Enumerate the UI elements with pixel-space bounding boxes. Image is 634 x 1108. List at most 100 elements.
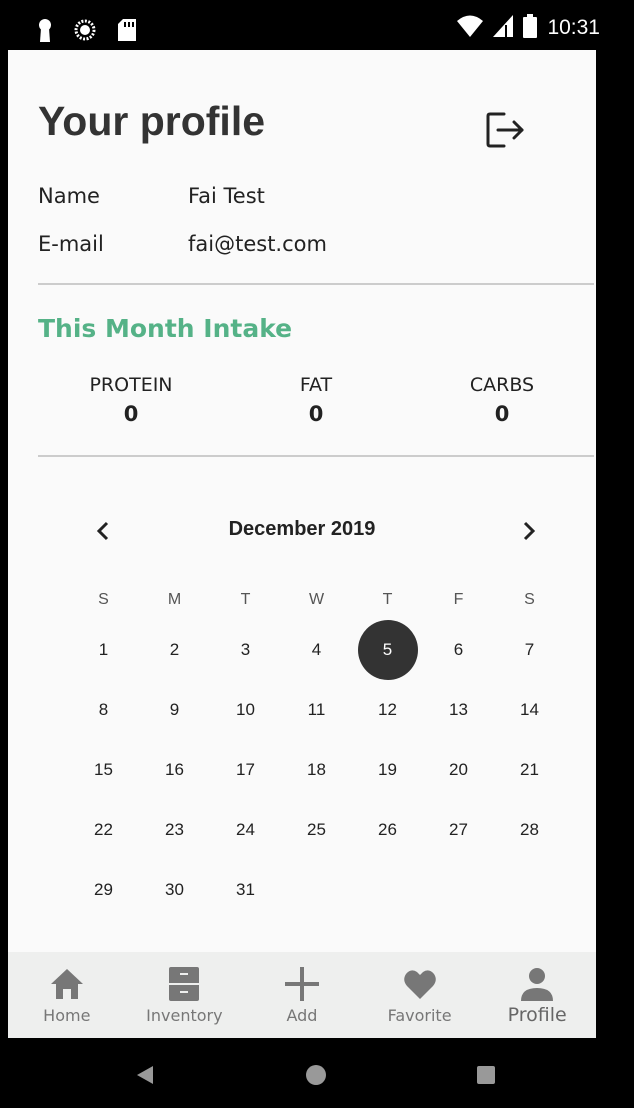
wifi-icon: [457, 15, 484, 41]
next-month-button[interactable]: [514, 516, 544, 546]
status-time: 10:31: [547, 16, 600, 39]
calendar-day[interactable]: 27: [423, 800, 494, 860]
calendar-day-label: 24: [236, 820, 255, 839]
calendar-week-row: 15 16 17 18 19 20 21: [68, 740, 565, 800]
nav-favorite-label: Favorite: [387, 1006, 452, 1025]
home-circle-icon: [306, 1065, 326, 1085]
calendar-day[interactable]: 15: [68, 740, 139, 800]
calendar-day[interactable]: 7: [494, 620, 565, 680]
calendar-day-label: 11: [307, 700, 326, 719]
calendar-day-label: 31: [236, 880, 255, 899]
calendar-day[interactable]: 24: [210, 800, 281, 860]
calendar-day-label: 15: [94, 760, 113, 779]
calendar-empty-cell: [352, 860, 423, 920]
calendar-day[interactable]: 10: [210, 680, 281, 740]
home-icon: [50, 969, 83, 999]
weekday-label: S: [98, 591, 109, 608]
calendar-day[interactable]: 31: [210, 860, 281, 920]
home-button[interactable]: [301, 1060, 331, 1090]
calendar-day-label: 7: [524, 640, 535, 659]
nav-inventory-label: Inventory: [146, 1006, 223, 1025]
email-label: E-mail: [38, 232, 104, 256]
calendar-day[interactable]: 8: [68, 680, 139, 740]
bottom-nav: Home Inventory Add Favorite Profile: [8, 952, 596, 1038]
calendar-day[interactable]: 9: [139, 680, 210, 740]
calendar-day-label: 22: [94, 820, 113, 839]
protein-stat: PROTEIN 0: [51, 374, 211, 426]
sync-icon: [74, 19, 96, 45]
calendar-empty-cell: [423, 860, 494, 920]
calendar-day-label: 30: [165, 880, 184, 899]
calendar-day-label: 28: [520, 820, 539, 839]
calendar-day-label: 26: [378, 820, 397, 839]
calendar-day[interactable]: 28: [494, 800, 565, 860]
calendar-day-label: 18: [307, 760, 326, 779]
calendar-day-label: 16: [165, 760, 184, 779]
divider: [38, 283, 594, 285]
calendar-day[interactable]: 16: [139, 740, 210, 800]
nav-profile-label: Profile: [507, 1004, 567, 1026]
nav-home[interactable]: Home: [8, 952, 126, 1038]
cabinet-icon: [169, 967, 200, 1001]
calendar-day[interactable]: 20: [423, 740, 494, 800]
weekday-label: W: [308, 591, 325, 608]
calendar-day-label: 6: [453, 640, 464, 659]
back-button[interactable]: [130, 1060, 160, 1090]
recents-button[interactable]: [471, 1060, 501, 1090]
intake-title: This Month Intake: [38, 314, 293, 343]
system-nav-bar: [0, 1038, 634, 1108]
calendar-day[interactable]: 29: [68, 860, 139, 920]
calendar-day[interactable]: 19: [352, 740, 423, 800]
weekday-label: T: [382, 591, 393, 608]
calendar-day-label: 5: [357, 620, 418, 680]
status-bar: 10:31: [0, 0, 634, 50]
protein-label: PROTEIN: [89, 374, 173, 396]
calendar-day-label: 12: [378, 700, 397, 719]
calendar-day[interactable]: 13: [423, 680, 494, 740]
calendar-day[interactable]: 12: [352, 680, 423, 740]
calendar-week-row: 1 2 3 4 5 6 7: [68, 620, 565, 680]
calendar-empty-cell: [494, 860, 565, 920]
nav-profile[interactable]: Profile: [478, 952, 596, 1038]
calendar-week-row: 29 30 31: [68, 860, 565, 920]
calendar-day-label: 2: [169, 640, 180, 659]
calendar-week-row: 22 23 24 25 26 27 28: [68, 800, 565, 860]
calendar-day-label: 3: [240, 640, 251, 659]
nav-add[interactable]: Add: [243, 952, 361, 1038]
calendar-day[interactable]: 23: [139, 800, 210, 860]
calendar-day[interactable]: 30: [139, 860, 210, 920]
calendar-day-label: 19: [378, 760, 397, 779]
calendar-day-label: 20: [449, 760, 468, 779]
calendar-day-label: 23: [165, 820, 184, 839]
calendar-day[interactable]: 4: [281, 620, 352, 680]
calendar-day[interactable]: 6: [423, 620, 494, 680]
nav-inventory[interactable]: Inventory: [126, 952, 244, 1038]
calendar-day[interactable]: 22: [68, 800, 139, 860]
weekday-label: F: [453, 591, 464, 608]
calendar-day[interactable]: 25: [281, 800, 352, 860]
calendar-day[interactable]: 2: [139, 620, 210, 680]
calendar-month-title: December 2019: [228, 518, 376, 540]
calendar-day[interactable]: 21: [494, 740, 565, 800]
fat-label: FAT: [299, 374, 333, 396]
calendar-day-selected[interactable]: 5: [352, 620, 423, 680]
nav-add-label: Add: [286, 1006, 318, 1025]
carbs-value: 0: [494, 402, 510, 426]
calendar-day[interactable]: 14: [494, 680, 565, 740]
calendar-day[interactable]: 1: [68, 620, 139, 680]
weekday-label: S: [524, 591, 535, 608]
calendar-day[interactable]: 26: [352, 800, 423, 860]
logout-button[interactable]: [484, 108, 528, 152]
calendar-day-label: 4: [311, 640, 322, 659]
calendar-empty-cell: [281, 860, 352, 920]
calendar-day[interactable]: 17: [210, 740, 281, 800]
calendar-day[interactable]: 11: [281, 680, 352, 740]
calendar-day-label: 9: [169, 700, 180, 719]
sd-card-icon: [118, 19, 136, 45]
calendar-day[interactable]: 18: [281, 740, 352, 800]
calendar-day[interactable]: 3: [210, 620, 281, 680]
calendar-day-label: 1: [98, 640, 109, 659]
back-icon: [137, 1066, 153, 1084]
calendar-header: December 2019: [8, 516, 596, 546]
nav-favorite[interactable]: Favorite: [361, 952, 479, 1038]
